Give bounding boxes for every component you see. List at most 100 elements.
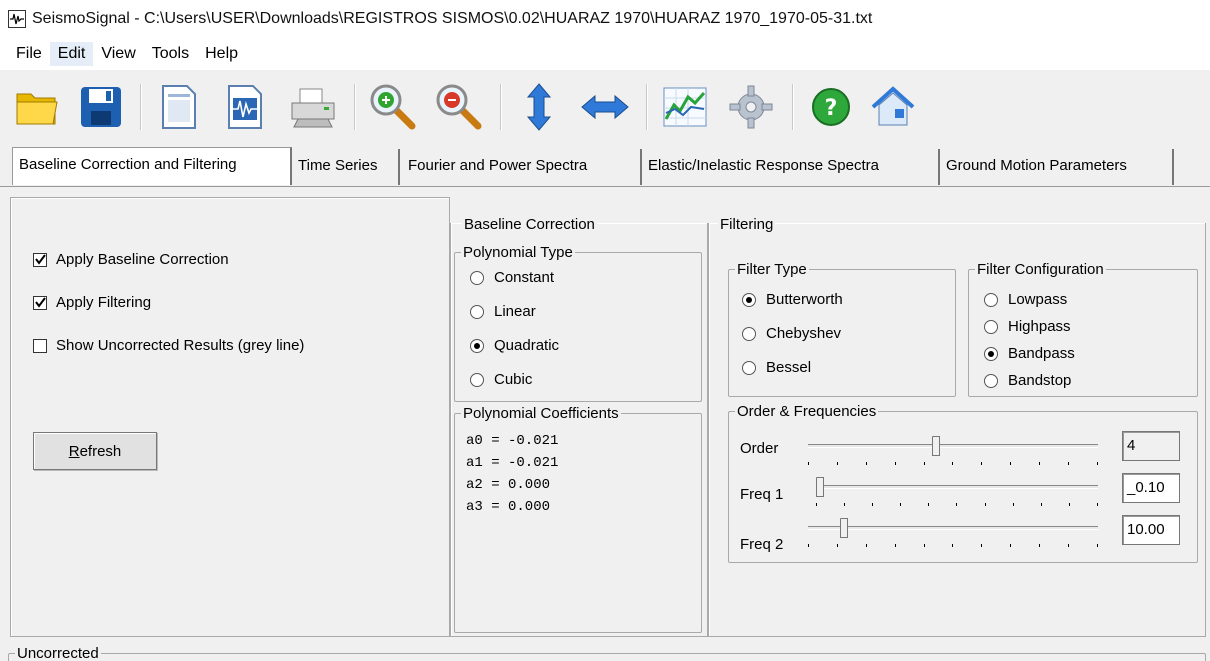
menu-help[interactable]: Help (197, 42, 246, 66)
freq2-slider-thumb[interactable] (840, 518, 848, 538)
uncorrected-group: Uncorrected (8, 645, 1206, 661)
order-label: Order (740, 440, 779, 457)
polynomial-coefficients-title: Polynomial Coefficients (463, 405, 619, 422)
freq1-value-field[interactable]: _0.10 (1122, 473, 1180, 503)
order-slider[interactable] (808, 436, 1098, 476)
radio-dot[interactable] (984, 292, 998, 307)
seismosignal-app-icon (8, 10, 26, 28)
show-uncorrected-checkbox[interactable]: Show Uncorrected Results (grey line) (33, 337, 304, 354)
show-uncorrected-label: Show Uncorrected Results (grey line) (56, 337, 305, 354)
filter-type-title: Filter Type (737, 261, 807, 278)
radio-bandpass[interactable]: Bandpass (984, 345, 1075, 362)
radio-dot[interactable] (984, 373, 998, 388)
svg-text:?: ? (825, 96, 838, 121)
options-panel: Apply Baseline Correction Apply Filterin… (10, 197, 450, 637)
radio-highpass[interactable]: Highpass (984, 318, 1071, 335)
radio-butterworth-label: Butterworth (766, 291, 843, 308)
home-icon[interactable] (866, 80, 920, 134)
radio-lowpass[interactable]: Lowpass (984, 291, 1067, 308)
radio-quadratic[interactable]: Quadratic (470, 337, 559, 354)
freq1-slider-thumb[interactable] (816, 477, 824, 497)
print-icon[interactable] (286, 80, 340, 134)
tab-baseline-correction[interactable]: Baseline Correction and Filtering (12, 147, 292, 185)
zoom-out-icon[interactable] (432, 80, 486, 134)
radio-chebyshev[interactable]: Chebyshev (742, 325, 841, 342)
radio-chebyshev-label: Chebyshev (766, 325, 842, 342)
coefficient-a2: a2 = 0.000 (466, 477, 551, 493)
radio-bandstop-label: Bandstop (1008, 372, 1072, 389)
coefficient-a1: a1 = -0.021 (466, 455, 559, 471)
radio-bandstop[interactable]: Bandstop (984, 372, 1071, 389)
radio-dot[interactable] (742, 360, 756, 375)
coefficients-list: a0 = -0.021 a1 = -0.021 a2 = 0.000 a3 = … (466, 430, 558, 518)
radio-cubic-label: Cubic (494, 371, 533, 388)
radio-linear-label: Linear (494, 303, 536, 320)
signal-document-icon[interactable] (218, 80, 272, 134)
tab-response-spectra[interactable]: Elastic/Inelastic Response Spectra (642, 149, 940, 185)
apply-baseline-checkbox[interactable]: Apply Baseline Correction (33, 251, 229, 268)
window-title: SeismoSignal - C:\Users\USER\Downloads\R… (32, 10, 873, 27)
coefficient-a3: a3 = 0.000 (466, 499, 551, 515)
document-icon[interactable] (152, 80, 206, 134)
radio-dot[interactable] (984, 346, 998, 361)
settings-gear-icon[interactable] (724, 80, 778, 134)
radio-dot[interactable] (470, 338, 484, 353)
filter-configuration-title: Filter Configuration (977, 261, 1104, 278)
tab-time-series[interactable]: Time Series (292, 149, 400, 185)
save-icon[interactable] (74, 80, 128, 134)
open-folder-icon[interactable] (10, 80, 64, 134)
radio-butterworth[interactable]: Butterworth (742, 291, 843, 308)
toolbar: ? (0, 70, 1210, 144)
freq2-slider[interactable] (808, 518, 1098, 558)
radio-bandpass-label: Bandpass (1008, 345, 1075, 362)
radio-quadratic-label: Quadratic (494, 337, 560, 354)
radio-cubic[interactable]: Cubic (470, 371, 532, 388)
menu-view[interactable]: View (93, 42, 143, 66)
freq1-label: Freq 1 (740, 486, 784, 503)
radio-dot[interactable] (470, 270, 484, 285)
radio-constant[interactable]: Constant (470, 269, 554, 286)
zoom-in-icon[interactable] (366, 80, 420, 134)
title-bar: SeismoSignal - C:\Users\USER\Downloads\R… (0, 0, 1210, 38)
order-frequencies-title: Order & Frequencies (737, 403, 877, 420)
radio-constant-label: Constant (494, 269, 555, 286)
radio-dot[interactable] (984, 319, 998, 334)
horizontal-arrows-icon[interactable] (578, 80, 632, 134)
apply-baseline-label: Apply Baseline Correction (56, 251, 229, 268)
radio-linear[interactable]: Linear (470, 303, 536, 320)
apply-filtering-label: Apply Filtering (56, 294, 152, 311)
uncorrected-title: Uncorrected (17, 645, 99, 661)
vertical-arrows-icon[interactable] (512, 80, 566, 134)
menu-tools[interactable]: Tools (144, 42, 197, 66)
radio-lowpass-label: Lowpass (1008, 291, 1068, 308)
tab-ground-motion-parameters[interactable]: Ground Motion Parameters (940, 149, 1174, 185)
menu-file[interactable]: File (8, 42, 50, 66)
tab-fourier-power-spectra[interactable]: Fourier and Power Spectra (402, 149, 642, 185)
radio-dot[interactable] (470, 304, 484, 319)
refresh-button[interactable]: Refresh (33, 432, 157, 470)
filtering-title: Filtering (718, 216, 776, 233)
coefficient-a0: a0 = -0.021 (466, 433, 559, 449)
chart-icon[interactable] (658, 80, 712, 134)
apply-filtering-checkbox[interactable]: Apply Filtering (33, 294, 151, 311)
checkbox-box[interactable] (33, 295, 47, 310)
radio-dot[interactable] (470, 372, 484, 387)
radio-bessel[interactable]: Bessel (742, 359, 811, 376)
baseline-correction-title: Baseline Correction (462, 216, 597, 233)
checkbox-box[interactable] (33, 252, 47, 267)
order-value-field[interactable]: 4 (1122, 431, 1180, 461)
freq1-slider[interactable] (816, 477, 1098, 517)
order-slider-thumb[interactable] (932, 436, 940, 456)
help-icon[interactable]: ? (804, 80, 858, 134)
checkbox-box[interactable] (33, 338, 47, 353)
radio-dot[interactable] (742, 292, 756, 307)
tab-content: Apply Baseline Correction Apply Filterin… (0, 187, 1210, 661)
menu-edit[interactable]: Edit (49, 42, 94, 66)
radio-dot[interactable] (742, 326, 756, 341)
polynomial-type-title: Polynomial Type (463, 244, 573, 261)
radio-bessel-label: Bessel (766, 359, 812, 376)
radio-highpass-label: Highpass (1008, 318, 1071, 335)
freq2-label: Freq 2 (740, 536, 784, 553)
freq2-value-field[interactable]: 10.00 (1122, 515, 1180, 545)
tab-bar: Baseline Correction and Filtering Time S… (0, 147, 1210, 187)
